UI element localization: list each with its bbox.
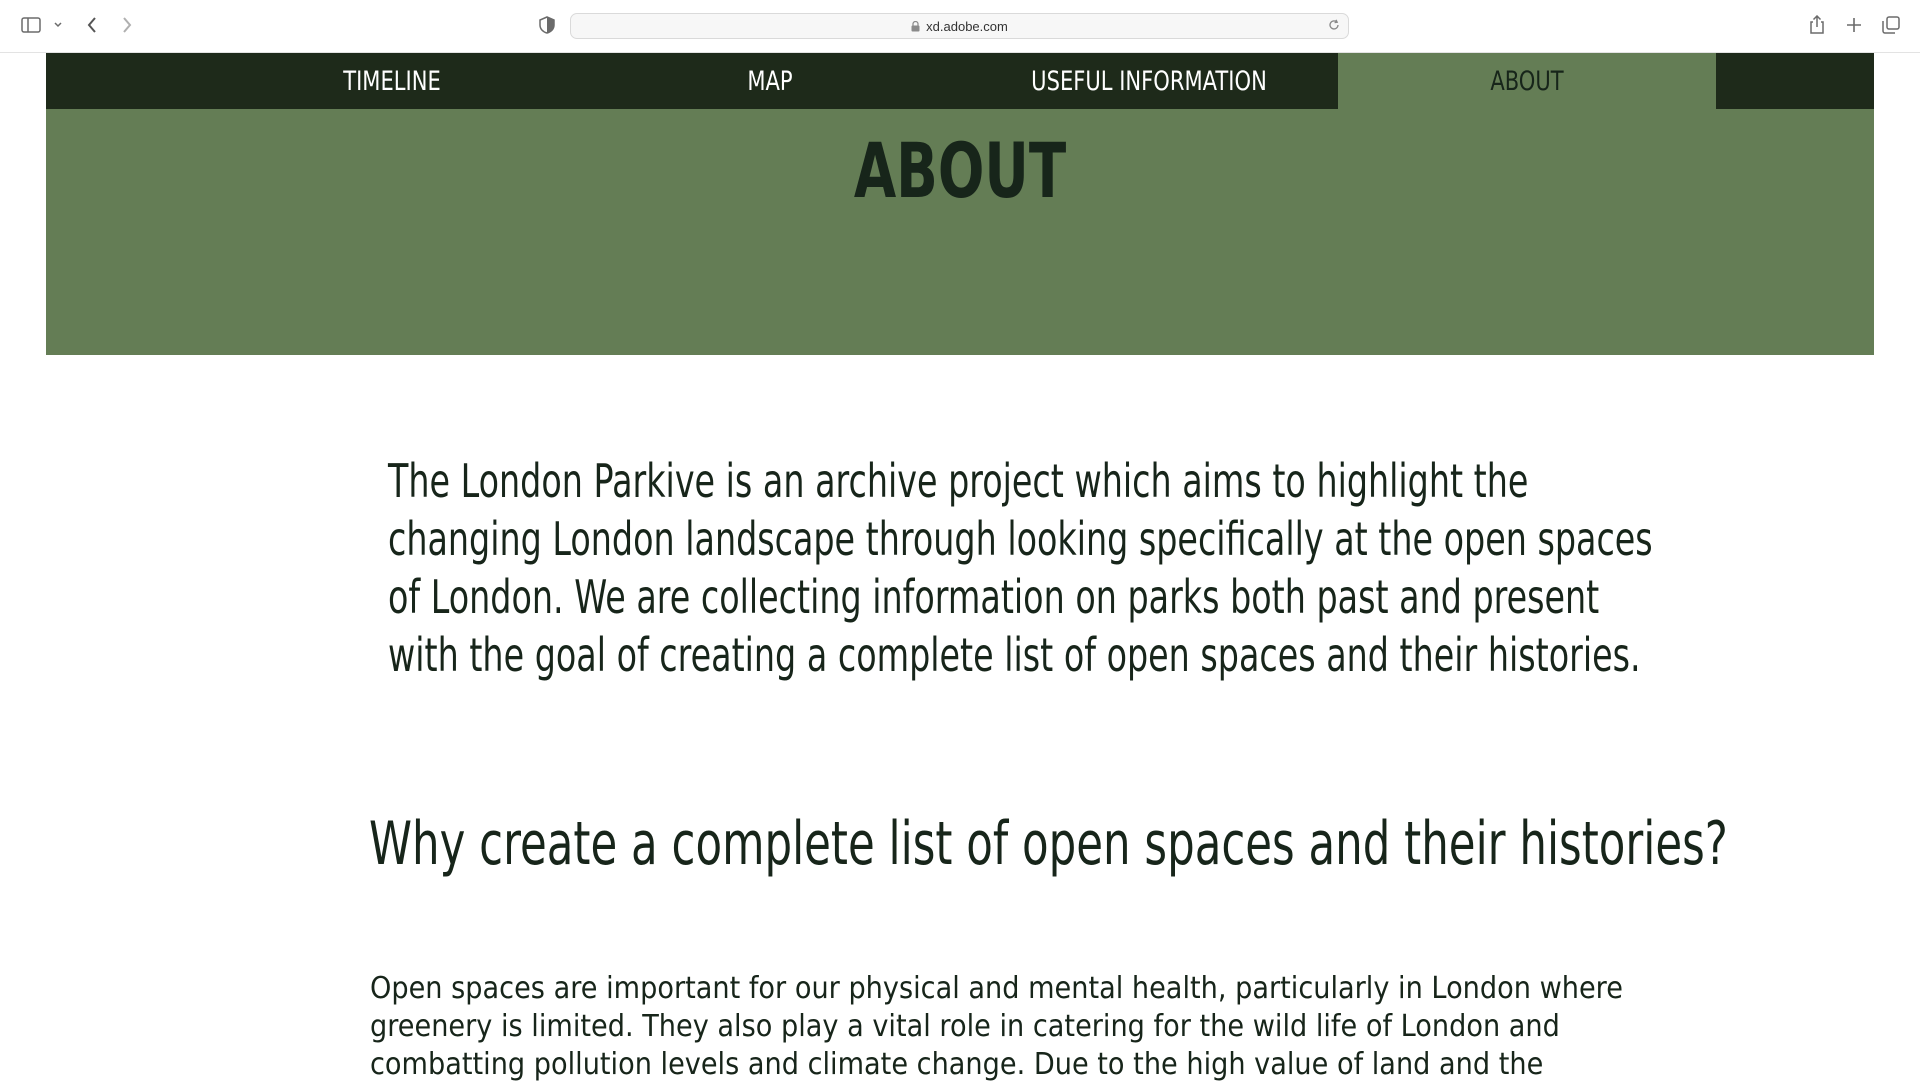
intro-line: with the goal of creating a complete lis… xyxy=(388,628,1641,682)
body-line: Open spaces are important for our physic… xyxy=(370,971,1623,1006)
address-bar[interactable]: xd.adobe.com xyxy=(570,13,1349,39)
chevron-down-icon[interactable] xyxy=(52,12,64,38)
reload-icon[interactable] xyxy=(1328,19,1340,31)
body-line: combatting pollution levels and climate … xyxy=(370,1047,1544,1082)
section-heading: Why create a complete list of open space… xyxy=(369,809,1728,879)
sidebar-icon[interactable] xyxy=(20,12,42,38)
lock-icon xyxy=(911,20,920,32)
section-body: Open spaces are important for our physic… xyxy=(370,970,1623,1084)
intro-line: The London Parkive is an archive project… xyxy=(388,454,1529,508)
body-line: greenery is limited. They also play a vi… xyxy=(370,1009,1560,1044)
intro-line: of London. We are collecting information… xyxy=(388,570,1600,624)
browser-toolbar: xd.adobe.com xyxy=(0,0,1920,53)
share-icon[interactable] xyxy=(1807,12,1827,38)
site-container: TIMELINE MAP USEFUL INFORMATION ABOUT AB… xyxy=(46,53,1874,355)
page-title: ABOUT xyxy=(853,126,1067,215)
back-icon[interactable] xyxy=(82,12,102,38)
nav-item-map[interactable]: MAP xyxy=(623,53,918,109)
nav-item-useful-information[interactable]: USEFUL INFORMATION xyxy=(1002,53,1297,109)
new-tab-icon[interactable] xyxy=(1844,12,1864,38)
nav-item-about[interactable]: ABOUT xyxy=(1380,53,1675,109)
privacy-shield-icon[interactable] xyxy=(537,12,557,38)
forward-icon[interactable] xyxy=(117,12,137,38)
main-nav: TIMELINE MAP USEFUL INFORMATION ABOUT xyxy=(46,53,1874,109)
hero-banner: ABOUT xyxy=(46,109,1874,355)
tabs-overview-icon[interactable] xyxy=(1881,12,1901,38)
nav-item-timeline[interactable]: TIMELINE xyxy=(245,53,540,109)
intro-paragraph: The London Parkive is an archive project… xyxy=(388,452,1653,684)
intro-line: changing London landscape through lookin… xyxy=(388,512,1653,566)
url-text: xd.adobe.com xyxy=(926,18,1008,34)
